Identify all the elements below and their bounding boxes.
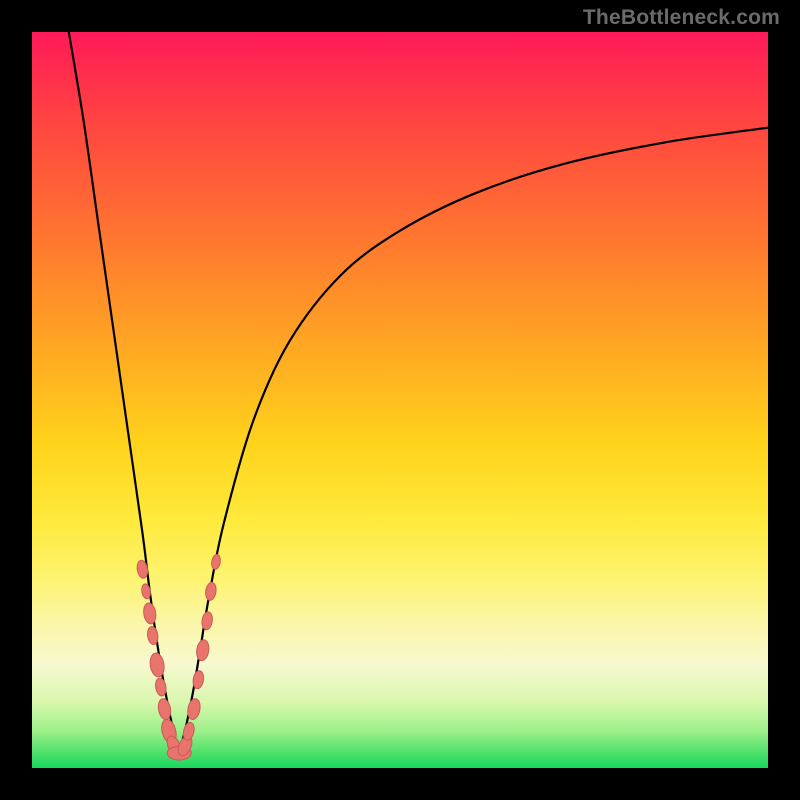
right-branch-curve bbox=[179, 128, 768, 754]
watermark-text: TheBottleneck.com bbox=[583, 6, 780, 30]
bead-marker bbox=[211, 554, 222, 570]
outer-frame: TheBottleneck.com bbox=[0, 0, 800, 800]
plot-area bbox=[32, 32, 768, 768]
bead-marker bbox=[146, 626, 159, 645]
bead-marker bbox=[154, 677, 167, 696]
bead-marker bbox=[142, 602, 157, 625]
curve-layer bbox=[32, 32, 768, 768]
bead-marker bbox=[192, 670, 205, 689]
bead-marker bbox=[204, 582, 217, 601]
bead-marker bbox=[195, 639, 210, 662]
bead-marker bbox=[201, 611, 214, 630]
left-branch-curve bbox=[69, 32, 179, 753]
